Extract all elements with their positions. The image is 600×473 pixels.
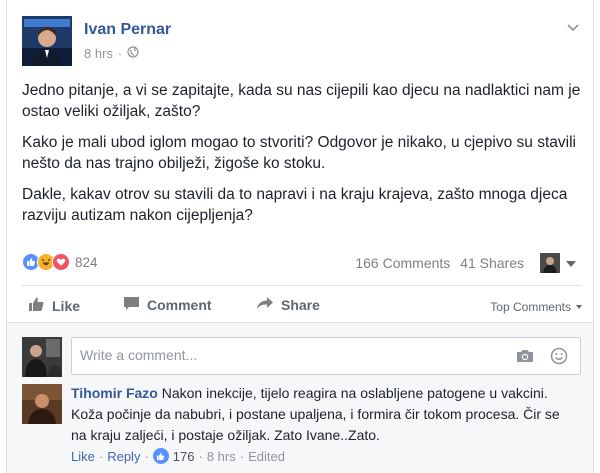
post-time[interactable]: 8 hrs (84, 46, 113, 61)
post-actions: Like Comment Share Top Comments (22, 290, 582, 322)
post-card: Ivan Pernar 8 hrs · Jedno pitanje, a vi … (6, 0, 594, 473)
comment-reply-link[interactable]: Reply (107, 449, 140, 464)
divider (22, 285, 582, 286)
footer-separator: · (198, 448, 203, 464)
post-meta: 8 hrs · (84, 46, 139, 61)
share-button[interactable]: Share (256, 296, 320, 313)
post-paragraph: Jedno pitanje, a vi se zapitajte, kada s… (22, 82, 581, 120)
reactions-summary[interactable]: 824 (22, 253, 98, 271)
comments-count-link[interactable]: 166 Comments (355, 255, 450, 271)
commenter-avatar[interactable] (22, 384, 62, 424)
reactions-count: 824 (75, 254, 98, 270)
chevron-down-icon[interactable] (566, 261, 576, 267)
post-paragraph: Dakle, kakav otrov su stavili da to napr… (22, 186, 568, 224)
smiley-icon[interactable] (550, 347, 568, 370)
camera-icon[interactable] (516, 348, 534, 369)
author-name[interactable]: Ivan Pernar (84, 21, 171, 39)
shares-count-link[interactable]: 41 Shares (460, 255, 524, 271)
comment-button[interactable]: Comment (123, 296, 212, 314)
comment-like-count[interactable]: 176 (173, 449, 195, 464)
love-reaction-icon (52, 253, 70, 271)
comment-sort-label: Top Comments (490, 300, 571, 314)
comment-body: Tihomir Fazo Nakon inekcije, tijelo reag… (71, 383, 571, 446)
chevron-down-icon (576, 305, 582, 309)
shared-as-avatar[interactable] (540, 253, 560, 273)
comment-composer[interactable] (71, 337, 581, 375)
footer-separator: · (144, 448, 149, 464)
current-user-avatar (22, 337, 62, 377)
footer-separator: · (239, 448, 245, 464)
share-arrow-icon (256, 296, 274, 313)
comment-like-link[interactable]: Like (71, 449, 95, 464)
comment-edited[interactable]: Edited (248, 449, 285, 464)
post-header: Ivan Pernar 8 hrs · (22, 16, 582, 68)
thumbs-up-icon (28, 296, 45, 315)
comments-section: Tihomir Fazo Nakon inekcije, tijelo reag… (7, 322, 593, 473)
comment-time[interactable]: 8 hrs (207, 449, 236, 464)
post-stats: 824 166 Comments 41 Shares (22, 251, 582, 277)
commenter-name[interactable]: Tihomir Fazo (71, 385, 158, 401)
share-button-label: Share (281, 296, 320, 313)
comment-input[interactable] (80, 347, 480, 363)
post-paragraph: Kako je mali ubod iglom mogao to stvorit… (22, 134, 576, 172)
footer-separator: · (98, 448, 104, 464)
like-reaction-icon (152, 448, 169, 464)
meta-separator: · (117, 46, 123, 61)
chevron-down-icon[interactable] (566, 20, 580, 34)
comment-icon (123, 296, 140, 314)
post-body: Jedno pitanje, a vi se zapitajte, kada s… (22, 80, 582, 236)
like-button-label: Like (52, 297, 81, 314)
comments-shares: 166 Comments 41 Shares (349, 255, 524, 271)
like-button[interactable]: Like (28, 296, 80, 315)
comment-footer: Like · Reply · 176 · 8 hrs · Edited (71, 448, 285, 464)
author-avatar[interactable] (22, 16, 72, 66)
comment-sort-dropdown[interactable]: Top Comments (490, 300, 582, 314)
globe-icon (127, 46, 139, 61)
comment-button-label: Comment (147, 297, 212, 313)
